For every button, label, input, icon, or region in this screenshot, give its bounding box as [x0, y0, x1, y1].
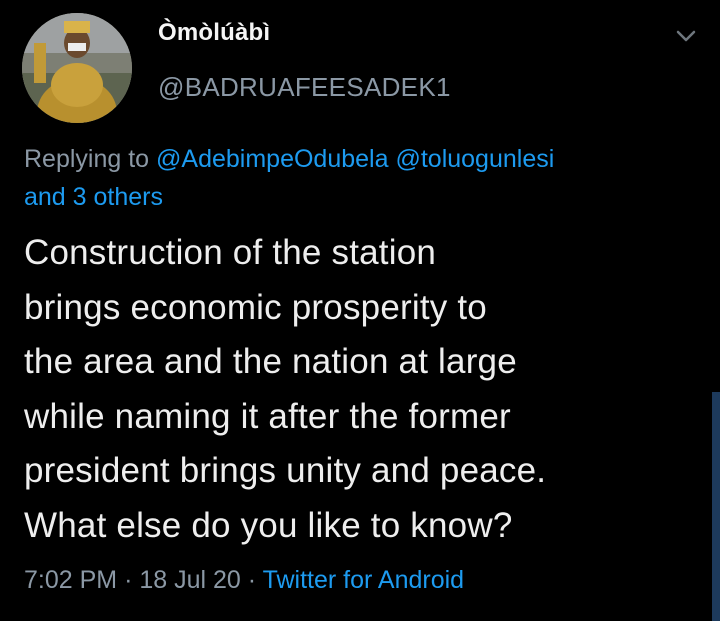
tweet-text: Construction of the station brings econo… — [24, 226, 710, 553]
tweet-line: What else do you like to know? — [24, 505, 513, 545]
author-handle[interactable]: @BADRUAFEESADEK1 — [158, 72, 451, 103]
tweet-line: the area and the nation at large — [24, 342, 517, 381]
meta-separator: · — [247, 566, 257, 594]
tweet-source-link[interactable]: Twitter for Android — [263, 566, 464, 594]
replying-to: Replying to @AdebimpeOdubela @toluogunle… — [24, 140, 704, 216]
chevron-down-icon[interactable] — [672, 22, 700, 50]
mention-link[interactable]: @toluogunlesi — [395, 145, 554, 173]
tweet-date[interactable]: 18 Jul 20 — [139, 566, 240, 594]
tweet-time: 7:02 PM — [24, 566, 118, 594]
author-display-name[interactable]: Òmòlúàbì — [158, 19, 270, 47]
avatar[interactable] — [22, 13, 132, 123]
profile-avatar-icon — [22, 13, 132, 123]
tweet-line: Construction of the station — [24, 233, 437, 272]
tweet-line: brings economic prosperity to — [24, 287, 487, 327]
scrollbar[interactable] — [712, 392, 720, 621]
replying-to-label: Replying to — [24, 145, 150, 173]
tweet-line: while naming it after the former — [24, 396, 511, 436]
mention-link[interactable]: @AdebimpeOdubela — [156, 145, 388, 173]
tweet-card: Òmòlúàbì @BADRUAFEESADEK1 Replying to @A… — [0, 0, 720, 621]
others-link[interactable]: and 3 others — [24, 183, 163, 211]
tweet-meta: 7:02 PM · 18 Jul 20 · Twitter for Androi… — [24, 566, 464, 595]
tweet-line: president brings unity and peace. — [24, 451, 547, 490]
meta-separator: · — [124, 566, 133, 594]
